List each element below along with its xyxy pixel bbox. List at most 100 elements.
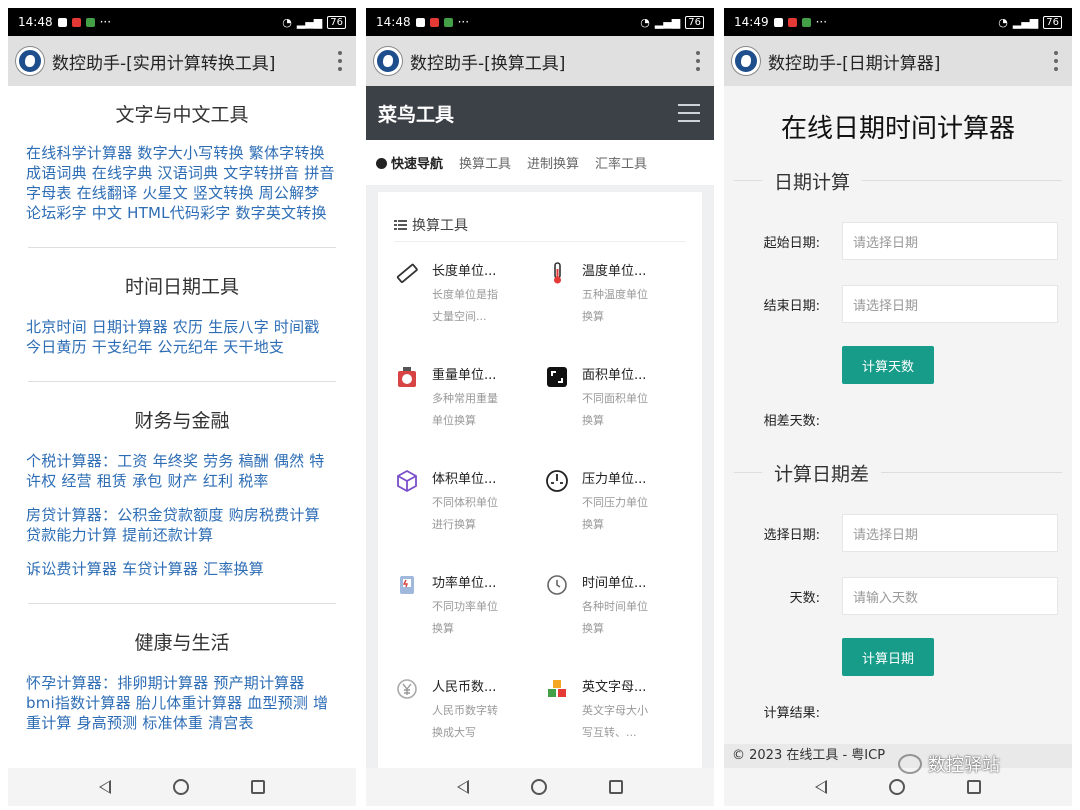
tool-description: 不同压力单位换算 xyxy=(582,496,648,531)
tool-description: 不同体积单位进行换算 xyxy=(432,496,498,531)
tool-item-pressure[interactable]: 压力单位... 不同压力单位换算 xyxy=(544,450,686,554)
main-content: 换算工具 长度单位... 长度单位是指丈量空间... 温度单位... 五种温度单位换… xyxy=(366,186,714,768)
end-date-label: 结束日期: xyxy=(763,299,820,314)
date-calculator-page: 在线日期时间计算器 日期计算 起始日期: 请选择日期 结束日期: 请选择日期 计… xyxy=(724,86,1072,768)
phone-screen-unit-conversion: 14:48 ··· ◔ ▂▄▆ 76 数控助手-[换算工具] 菜鸟工具 快速导航 … xyxy=(366,8,714,806)
section-legend: 计算日期差 xyxy=(762,459,882,487)
back-icon[interactable] xyxy=(457,780,469,794)
home-icon[interactable] xyxy=(531,779,547,795)
start-date-input[interactable]: 请选择日期 xyxy=(842,222,1058,260)
wifi-icon: ◔ xyxy=(640,15,650,29)
app-bar: 数控助手-[实用计算转换工具] xyxy=(8,36,356,86)
site-header: 菜鸟工具 xyxy=(366,86,714,140)
battery-icon: 76 xyxy=(685,15,704,29)
yuan-icon xyxy=(394,676,420,702)
tool-title: 人民币数... xyxy=(432,680,497,695)
tool-grid: 长度单位... 长度单位是指丈量空间... 温度单位... 五种温度单位换算 重量单… xyxy=(394,242,686,762)
days-input[interactable]: 请输入天数 xyxy=(842,577,1058,615)
tool-item-volume[interactable]: 体积单位... 不同体积单位进行换算 xyxy=(394,450,536,554)
ruler-icon xyxy=(394,260,420,286)
wifi-icon: ◔ xyxy=(998,15,1008,29)
tools-card: 换算工具 长度单位... 长度单位是指丈量空间... 温度单位... 五种温度单位换… xyxy=(378,192,702,768)
tool-item-weight[interactable]: 重量单位... 多种常用重量单位换算 xyxy=(394,346,536,450)
tool-item-temperature[interactable]: 温度单位... 五种温度单位换算 xyxy=(544,242,686,346)
system-nav-bar xyxy=(366,768,714,806)
more-notifications-icon: ··· xyxy=(815,15,828,29)
app-title: 数控助手-[实用计算转换工具] xyxy=(52,53,276,74)
days-label: 天数: xyxy=(789,591,820,606)
tool-description: 不同功率单位换算 xyxy=(432,600,498,635)
app-bar: 数控助手-[日期计算器] xyxy=(724,36,1072,86)
section-legend: 日期计算 xyxy=(762,167,863,195)
tool-item-length[interactable]: 长度单位... 长度单位是指丈量空间... xyxy=(394,242,536,346)
end-date-input[interactable]: 请选择日期 xyxy=(842,285,1058,323)
tool-item-power[interactable]: 功率单位... 不同功率单位换算 xyxy=(394,554,536,658)
tab-conversion[interactable]: 换算工具 xyxy=(459,153,511,172)
tool-title: 压力单位... xyxy=(582,472,647,487)
recents-icon[interactable] xyxy=(967,780,981,794)
notification-icon xyxy=(415,17,425,27)
back-icon[interactable] xyxy=(815,780,827,794)
notification-icon xyxy=(57,17,67,27)
tool-description: 不同面积单位换算 xyxy=(582,392,648,427)
nav-tabs: 快速导航 换算工具 进制换算 汇率工具 xyxy=(366,140,714,186)
tool-list: 文字与中文工具 在线科学计算器 数字大小写转换 繁体字转换 成语词典 在线字典 … xyxy=(8,86,356,768)
recents-icon[interactable] xyxy=(251,780,265,794)
tool-description: 多种常用重量单位换算 xyxy=(432,392,498,427)
tool-description: 长度单位是指丈量空间... xyxy=(432,288,498,323)
hamburger-menu-icon[interactable] xyxy=(678,104,700,122)
tool-links[interactable]: 个税计算器：工资 年终奖 劳务 稿酬 偶然 特许权 经营 租赁 承包 财产 红利… xyxy=(26,451,338,491)
site-brand[interactable]: 菜鸟工具 xyxy=(378,100,454,127)
tool-links[interactable]: 北京时间 日期计算器 农历 生辰八字 时间戳 今日黄历 干支纪年 公元纪年 天干… xyxy=(26,317,338,357)
days-difference-label: 相差天数: xyxy=(763,414,820,429)
wechat-watermark-icon xyxy=(898,754,922,774)
tool-links[interactable]: 在线科学计算器 数字大小写转换 繁体字转换 成语词典 在线字典 汉语词典 文字转… xyxy=(26,143,338,223)
calc-result-label: 计算结果: xyxy=(763,706,820,721)
wechat-icon xyxy=(801,17,811,27)
tool-links[interactable]: 房贷计算器：公积金贷款额度 购房税费计算 贷款能力计算 提前还款计算 xyxy=(26,505,338,545)
app-bar: 数控助手-[换算工具] xyxy=(366,36,714,86)
wifi-icon: ◔ xyxy=(282,15,292,29)
section-finance-tools: 财务与金融 个税计算器：工资 年终奖 劳务 稿酬 偶然 特许权 经营 租赁 承包… xyxy=(26,382,338,579)
signal-icon: ▂▄▆ xyxy=(654,15,681,29)
home-icon[interactable] xyxy=(889,779,905,795)
tool-description: 各种时间单位换算 xyxy=(582,600,648,635)
wechat-icon xyxy=(85,17,95,27)
calculate-date-button[interactable]: 计算日期 xyxy=(842,638,934,676)
select-date-input[interactable]: 请选择日期 xyxy=(842,514,1058,552)
tool-item-letters[interactable]: 英文字母... 英文字母大小写互转、... xyxy=(544,658,686,762)
start-date-label: 起始日期: xyxy=(763,236,820,251)
app-notification-icon xyxy=(787,17,797,27)
tab-quick-nav[interactable]: 快速导航 xyxy=(376,153,443,172)
tool-item-rmb[interactable]: 人民币数... 人民币数字转换成大写 xyxy=(394,658,536,762)
tool-title: 温度单位... xyxy=(582,264,647,279)
tool-title: 重量单位... xyxy=(432,368,497,383)
home-icon[interactable] xyxy=(173,779,189,795)
overflow-menu-icon[interactable] xyxy=(1054,51,1058,71)
tool-links[interactable]: 怀孕计算器：排卵期计算器 预产期计算器 bmi指数计算器 胎儿体重计算器 血型预… xyxy=(26,673,338,733)
tool-item-time[interactable]: 时间单位... 各种时间单位换算 xyxy=(544,554,686,658)
select-date-label: 选择日期: xyxy=(763,528,820,543)
tool-item-area[interactable]: 面积单位... 不同面积单位换算 xyxy=(544,346,686,450)
clock-icon xyxy=(544,572,570,598)
section-heading: 健康与生活 xyxy=(134,632,230,654)
tool-description: 人民币数字转换成大写 xyxy=(432,704,498,739)
overflow-menu-icon[interactable] xyxy=(696,51,700,71)
overflow-menu-icon[interactable] xyxy=(338,51,342,71)
tool-title: 长度单位... xyxy=(432,264,497,279)
tool-title: 体积单位... xyxy=(432,472,497,487)
tab-exchange-rate[interactable]: 汇率工具 xyxy=(595,153,647,172)
calculate-days-button[interactable]: 计算天数 xyxy=(842,346,934,384)
recents-icon[interactable] xyxy=(609,780,623,794)
status-bar: 14:48 ··· ◔ ▂▄▆ 76 xyxy=(366,8,714,36)
tool-links[interactable]: 诉讼费计算器 车贷计算器 汇率换算 xyxy=(26,559,338,579)
section-date-tools: 时间日期工具 北京时间 日期计算器 农历 生辰八字 时间戳 今日黄历 干支纪年 … xyxy=(26,248,338,357)
area-icon xyxy=(544,364,570,390)
back-icon[interactable] xyxy=(99,780,111,794)
tool-title: 时间单位... xyxy=(582,576,647,591)
status-time: 14:49 xyxy=(734,15,769,29)
tab-base-conversion[interactable]: 进制换算 xyxy=(527,153,579,172)
signal-icon: ▂▄▆ xyxy=(1012,15,1039,29)
app-logo-icon xyxy=(732,47,760,75)
scale-icon xyxy=(394,364,420,390)
